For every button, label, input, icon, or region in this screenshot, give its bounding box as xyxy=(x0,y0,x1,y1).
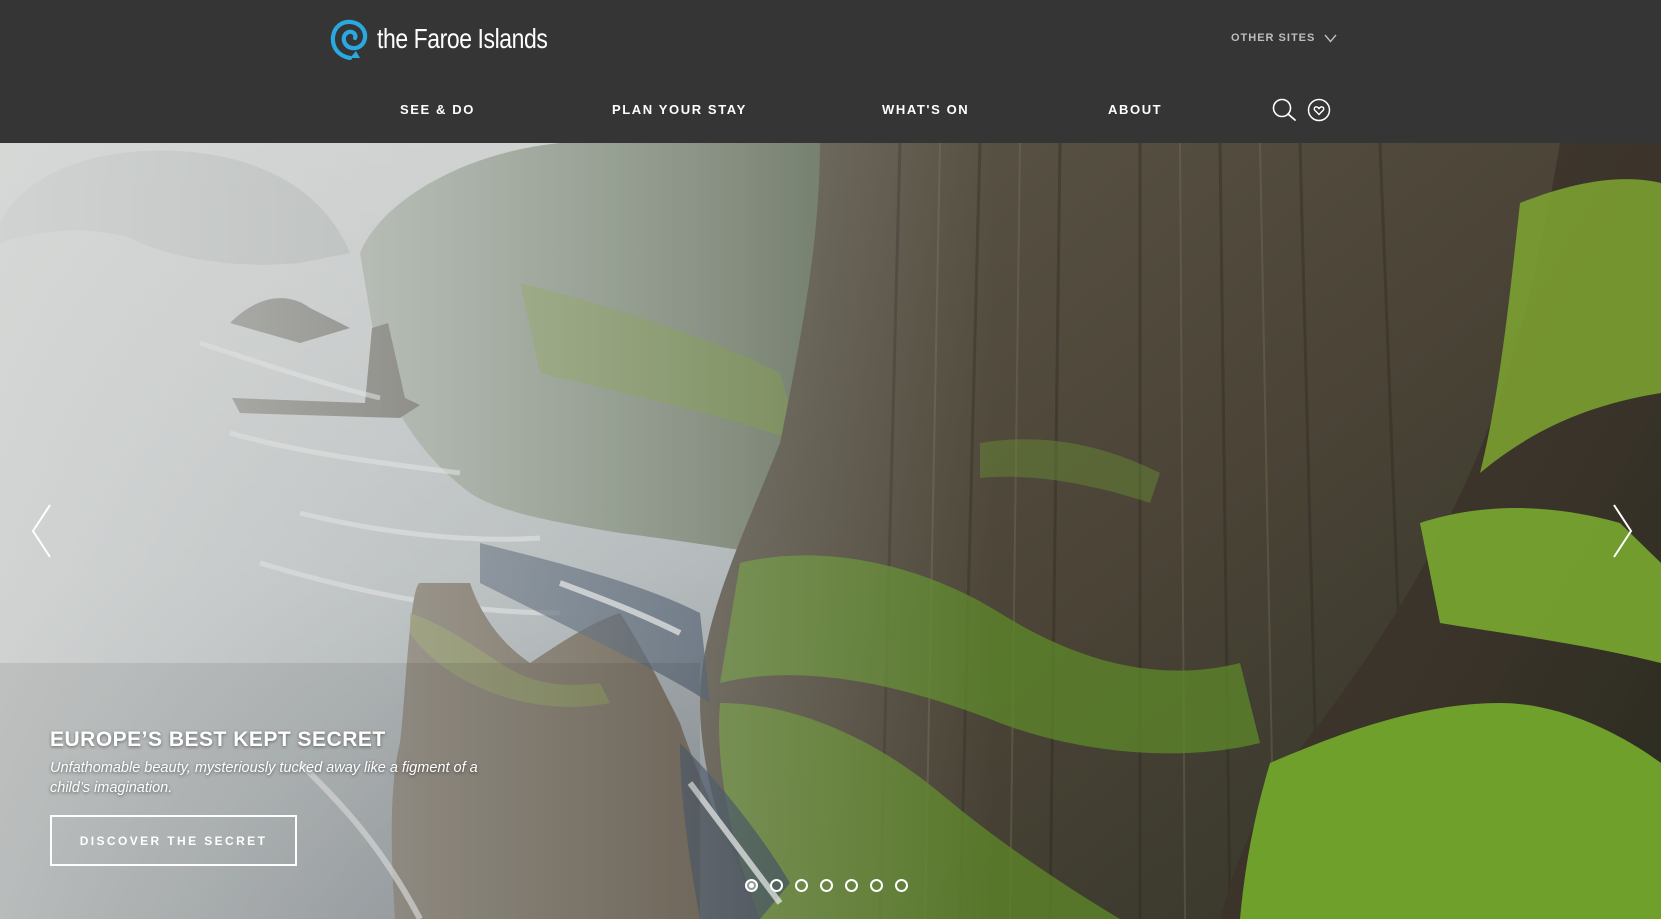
chevron-left-icon xyxy=(31,504,51,558)
carousel-prev-button[interactable] xyxy=(30,503,52,564)
carousel-dot[interactable] xyxy=(870,879,883,892)
chevron-right-icon xyxy=(1613,504,1633,558)
carousel-dot[interactable] xyxy=(895,879,908,892)
carousel-dot[interactable] xyxy=(845,879,858,892)
hero-carousel: EUROPE’S BEST KEPT SECRET Unfathomable b… xyxy=(0,143,1661,919)
logo-text: the Faroe Islands xyxy=(377,23,548,54)
carousel-dot[interactable] xyxy=(820,879,833,892)
chevron-down-icon xyxy=(1324,34,1337,43)
hero-image xyxy=(0,143,1661,919)
hero-caption: EUROPE’S BEST KEPT SECRET Unfathomable b… xyxy=(50,728,570,798)
nav-plan-your-stay[interactable]: PLAN YOUR STAY xyxy=(612,102,747,117)
site-logo[interactable]: the Faroe Islands xyxy=(330,18,585,60)
other-sites-label: OTHER SITES xyxy=(1231,32,1316,44)
hero-subtitle: Unfathomable beauty, mysteriously tucked… xyxy=(50,760,478,796)
search-icon xyxy=(1272,98,1296,121)
carousel-dot[interactable] xyxy=(795,879,808,892)
carousel-next-button[interactable] xyxy=(1612,503,1634,564)
carousel-pagination xyxy=(745,879,920,892)
favorites-button[interactable] xyxy=(1307,98,1331,127)
nav-about[interactable]: ABOUT xyxy=(1108,102,1162,117)
nav-see-do[interactable]: SEE & DO xyxy=(400,102,475,117)
site-header: the Faroe Islands OTHER SITES SEE & DO P… xyxy=(0,0,1661,143)
carousel-dot[interactable] xyxy=(770,879,783,892)
spiral-logo-icon xyxy=(330,19,368,60)
search-button[interactable] xyxy=(1271,98,1297,127)
main-nav: SEE & DO PLAN YOUR STAY WHAT'S ON ABOUT xyxy=(0,98,1661,124)
hero-title: EUROPE’S BEST KEPT SECRET xyxy=(50,728,386,751)
heart-icon xyxy=(1307,98,1331,122)
carousel-dot[interactable] xyxy=(745,879,758,892)
nav-whats-on[interactable]: WHAT'S ON xyxy=(882,102,969,117)
other-sites-dropdown[interactable]: OTHER SITES xyxy=(1231,32,1337,44)
discover-the-secret-button[interactable]: DISCOVER THE SECRET xyxy=(50,815,297,866)
